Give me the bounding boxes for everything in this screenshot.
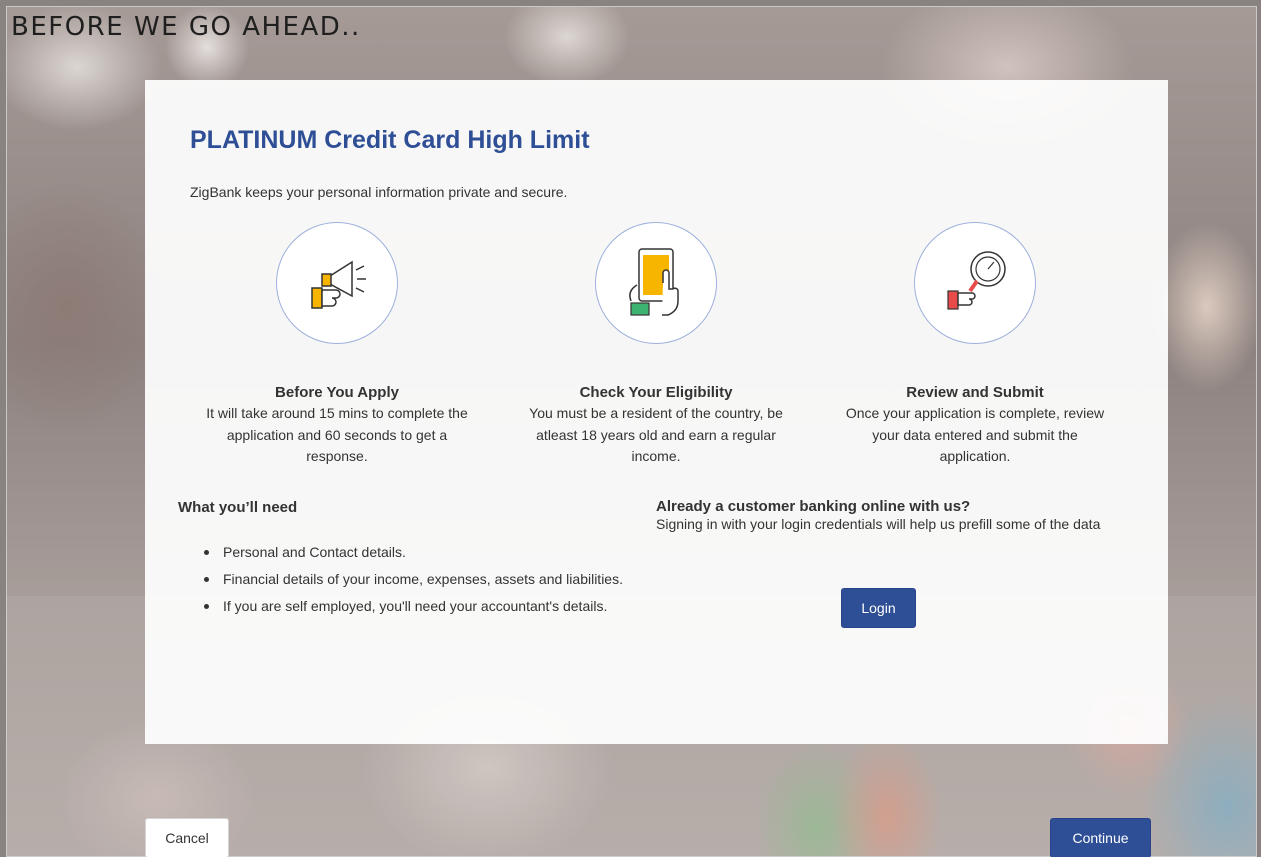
privacy-note: ZigBank keeps your personal information … xyxy=(190,184,568,200)
list-item: Financial details of your income, expens… xyxy=(201,571,671,588)
list-item: Personal and Contact details. xyxy=(201,544,671,561)
megaphone-icon xyxy=(311,260,366,309)
step-description: It will take around 15 mins to complete … xyxy=(206,405,468,464)
step-heading: Review and Submit xyxy=(906,384,1044,401)
step-heading: Before You Apply xyxy=(275,384,399,401)
step-description: Once your application is complete, revie… xyxy=(845,405,1105,464)
step-icon-circle xyxy=(914,222,1036,344)
existing-customer-text: Signing in with your login credentials w… xyxy=(656,516,1101,532)
existing-customer-title: Already a customer banking online with u… xyxy=(656,498,971,515)
requirements-title: What you’ll need xyxy=(178,499,298,516)
requirements-list: Personal and Contact details. Financial … xyxy=(201,544,671,625)
list-item: If you are self employed, you'll need yo… xyxy=(201,598,671,615)
step-icon-circle xyxy=(595,222,717,344)
page-title: BEFORE WE GO AHEAD.. xyxy=(11,12,361,42)
cancel-button[interactable]: Cancel xyxy=(145,818,229,857)
info-card: PLATINUM Credit Card High Limit ZigBank … xyxy=(145,80,1168,744)
existing-customer-section: Already a customer banking online with u… xyxy=(656,498,1136,533)
magnifier-review-icon xyxy=(947,251,1006,310)
step-review-submit: Review and Submit Once your application … xyxy=(815,222,1135,468)
tablet-tap-icon xyxy=(629,248,679,316)
step-check-eligibility: Check Your Eligibility You must be a res… xyxy=(496,222,816,468)
login-button[interactable]: Login xyxy=(841,588,916,628)
step-before-you-apply: Before You Apply It will take around 15 … xyxy=(177,222,497,468)
continue-button[interactable]: Continue xyxy=(1050,818,1151,857)
step-description: You must be a resident of the country, b… xyxy=(529,405,783,464)
step-heading: Check Your Eligibility xyxy=(579,384,733,401)
step-icon-circle xyxy=(276,222,398,344)
product-title: PLATINUM Credit Card High Limit xyxy=(190,126,590,154)
